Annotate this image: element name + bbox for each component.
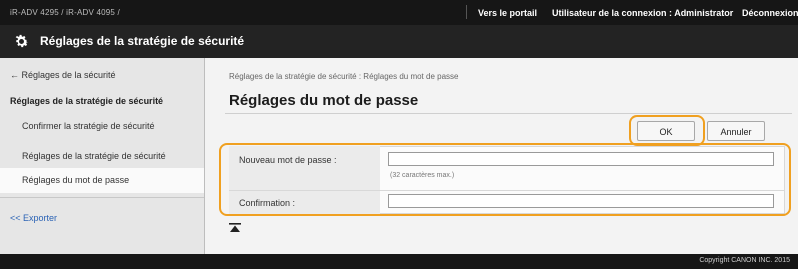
logged-in-user: Utilisateur de la connexion : Administra… <box>552 8 734 18</box>
device-name: iR-ADV 4295 / iR-ADV 4095 / <box>10 8 120 17</box>
cancel-button[interactable]: Annuler <box>707 121 765 141</box>
sidebar-divider <box>0 197 204 198</box>
sidebar-export-link[interactable]: << Exporter <box>0 213 204 223</box>
form-highlight <box>219 143 791 216</box>
footer: Copyright CANON INC. 2015 <box>0 254 798 269</box>
sidebar-heading: Réglages de la stratégie de sécurité <box>10 96 164 106</box>
title-bar: Réglages de la stratégie de sécurité <box>0 25 798 58</box>
sidebar-back-link[interactable]: ← Réglages de la sécurité <box>0 70 204 80</box>
scroll-to-top-icon[interactable] <box>229 223 241 233</box>
sidebar-item-policy-settings[interactable]: Réglages de la stratégie de sécurité <box>0 144 204 169</box>
heading-divider <box>225 113 792 114</box>
sidebar: ← Réglages de la sécurité Réglages de la… <box>0 58 205 254</box>
logout-link[interactable]: Déconnexion <box>742 8 798 18</box>
copyright-text: Copyright CANON INC. 2015 <box>699 257 790 264</box>
top-bar-divider <box>466 5 467 19</box>
ok-button-highlight <box>629 115 705 146</box>
main-panel: Réglages de la stratégie de sécurité : R… <box>205 58 798 254</box>
top-bar: iR-ADV 4295 / iR-ADV 4095 / Vers le port… <box>0 0 798 25</box>
sidebar-item-confirm-policy[interactable]: Confirmer la stratégie de sécurité <box>0 114 204 139</box>
section-heading: Réglages du mot de passe <box>229 92 419 109</box>
gear-icon <box>15 34 29 48</box>
page-title: Réglages de la stratégie de sécurité <box>40 34 245 48</box>
portal-link[interactable]: Vers le portail <box>478 8 537 18</box>
breadcrumb: Réglages de la stratégie de sécurité : R… <box>229 72 459 81</box>
sidebar-item-password-settings[interactable]: Réglages du mot de passe <box>0 168 204 193</box>
